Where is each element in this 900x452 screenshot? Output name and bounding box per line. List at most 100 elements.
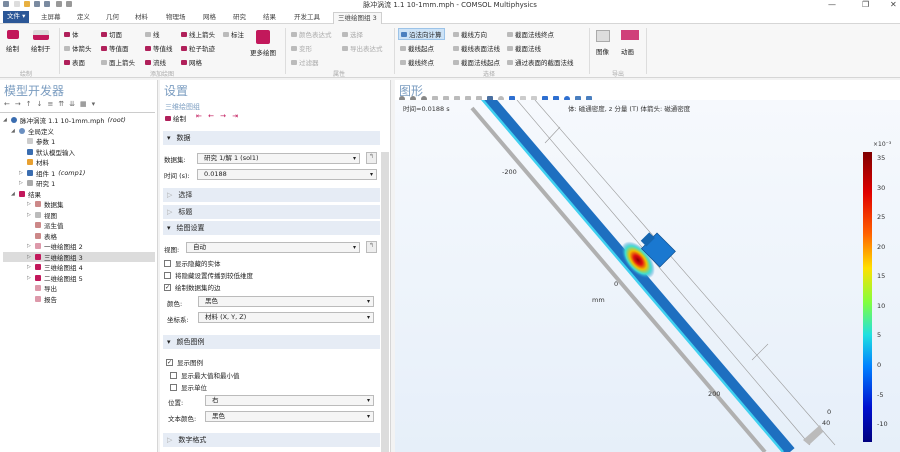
tree-item-results[interactable]: ◢ 结果	[3, 189, 155, 200]
axis-tick-label: 40	[822, 419, 831, 427]
tree-item-datasets[interactable]: ▷ 数据集	[3, 199, 155, 210]
tree-item-component[interactable]: ▷ 组件 1 (comp1)	[3, 168, 155, 179]
new-icon[interactable]	[14, 1, 20, 7]
minimize-button[interactable]: —	[828, 0, 836, 9]
cut-plane-normal-button[interactable]: 截面法线	[507, 43, 541, 53]
show-units-checkbox[interactable]: 显示单位	[170, 382, 207, 392]
image-button[interactable]: 图像	[596, 30, 610, 56]
tree-item-derived-values[interactable]: 派生值	[3, 220, 155, 231]
add-arrow-volume[interactable]: 体箭头	[64, 43, 92, 53]
tab-physics[interactable]: 物理场	[162, 12, 190, 24]
tree-item-3d-plot-group-4[interactable]: ▷ 三维绘图组 4	[3, 262, 155, 273]
cut-line-surface-normal-button[interactable]: 截线表面法线	[453, 43, 500, 53]
show-legend-checkbox[interactable]: ✓ 显示图例	[166, 357, 203, 367]
animation-button[interactable]: 动画	[621, 30, 639, 56]
tree-item-default-model-inputs[interactable]: 默认模型输入	[3, 147, 155, 158]
go-to-source-button[interactable]: ↰	[366, 152, 377, 164]
tree-item-1d-plot-group-2[interactable]: ▷ 一维绘图组 2	[3, 241, 155, 252]
add-arrow-line[interactable]: 线上箭头	[181, 29, 215, 39]
selection-button[interactable]: 选择	[342, 29, 363, 39]
draw-button[interactable]: 绘制	[6, 30, 19, 53]
cut-plane-normal-end-button[interactable]: 截面法线终点	[507, 29, 554, 39]
maximize-button[interactable]: ❐	[862, 0, 869, 9]
add-particle-tracing[interactable]: 粒子轨迹	[181, 43, 215, 53]
tab-geometry[interactable]: 几何	[102, 12, 123, 24]
export-expressions-button[interactable]: 导出表达式	[342, 43, 383, 53]
tab-materials[interactable]: 材料	[131, 12, 152, 24]
filter-button[interactable]: 过滤器	[291, 57, 319, 67]
close-button[interactable]: ✕	[890, 0, 897, 9]
colorbar-exponent: ×10⁻³	[873, 141, 892, 148]
propagate-hidden-checkbox[interactable]: 将隐藏设置传播到较低维度	[164, 270, 253, 280]
save-as-icon[interactable]	[44, 1, 50, 7]
time-select[interactable]: 0.0188	[197, 169, 377, 180]
tree-item-reports[interactable]: 报告	[3, 294, 155, 305]
add-isosurface[interactable]: 等值面	[101, 43, 129, 53]
show-maxmin-checkbox[interactable]: 显示最大值和最小值	[170, 370, 240, 380]
tree-item-3d-plot-group-3[interactable]: ▷ 三维绘图组 3	[3, 251, 155, 262]
plot-edges-checkbox[interactable]: ✓ 绘制数据集的边	[164, 282, 221, 292]
tab-home[interactable]: 主屏幕	[37, 12, 65, 24]
add-surface[interactable]: 表面	[64, 57, 85, 67]
dataset-select[interactable]: 研究 1/解 1 (sol1)	[197, 153, 360, 164]
section-title[interactable]: ▷ 标题	[163, 205, 380, 219]
tree-item-parameters[interactable]: 参数 1	[3, 136, 155, 147]
cut-plane-normal-start-button[interactable]: 截面法线起点	[453, 57, 500, 67]
model-builder-title: 模型开发器	[4, 84, 65, 98]
tree-item-study[interactable]: ▷ 研究 1	[3, 178, 155, 189]
tab-definitions[interactable]: 定义	[73, 12, 94, 24]
redo-icon[interactable]	[66, 1, 72, 7]
add-volume[interactable]: 体	[64, 29, 79, 39]
color-expression-button[interactable]: 颜色表达式	[291, 29, 332, 39]
section-data[interactable]: ▾ 数据	[163, 131, 380, 145]
section-plot-settings[interactable]: ▾ 绘图设置	[163, 221, 380, 235]
save-icon[interactable]	[34, 1, 40, 7]
cut-line-direction-button[interactable]: 截线方向	[453, 29, 487, 39]
color-select[interactable]: 黑色	[198, 296, 374, 307]
section-color-legend[interactable]: ▾ 颜色图例	[163, 335, 380, 349]
undo-icon[interactable]	[56, 1, 62, 7]
add-arrow-surface[interactable]: 面上箭头	[101, 57, 135, 67]
tab-study[interactable]: 研究	[229, 12, 250, 24]
tree-item-materials[interactable]: 材料	[3, 157, 155, 168]
settings-draw-button[interactable]: 绘制	[165, 113, 186, 123]
tab-developer[interactable]: 开发工具	[290, 12, 324, 24]
cut-line-end-button[interactable]: 截线终点	[400, 57, 434, 67]
section-number-format[interactable]: ▷ 数字格式	[163, 433, 380, 447]
section-selection[interactable]: ▷ 选择	[163, 188, 380, 202]
frame-select[interactable]: 材料 (X, Y, Z)	[198, 312, 374, 323]
cut-plane-normal-surface-button[interactable]: 通过表面的截面法线	[507, 57, 574, 67]
plot-canvas[interactable]: 时间=0.0188 s 体: 磁通密度, z 分量 (T) 体箭头: 磁通密度 …	[395, 100, 900, 452]
tree-item-global-definitions[interactable]: ◢ 全局定义	[3, 126, 155, 137]
view-go-to-source-button[interactable]: ↰	[366, 241, 377, 253]
tree-item-export[interactable]: 导出	[3, 283, 155, 294]
tab-3d-plot-group[interactable]: 三维绘图组 3	[333, 12, 382, 24]
add-slice[interactable]: 切面	[101, 29, 122, 39]
tree-root[interactable]: ◢ 脉冲涡流 1.1 10-1mm.mph (root)	[3, 115, 155, 126]
more-plots-button[interactable]: 更多绘图	[250, 30, 276, 57]
annotation-icon	[223, 31, 229, 37]
position-select[interactable]: 右	[205, 395, 374, 406]
add-streamline[interactable]: 流线	[145, 57, 166, 67]
cut-line-start-button[interactable]: 截线起点	[400, 43, 434, 53]
tab-file[interactable]: 文件 ▾	[3, 11, 30, 23]
view-select[interactable]: 自动	[186, 242, 360, 253]
navigation-arrows[interactable]: ⇤ ← → ⇥	[196, 112, 240, 120]
open-icon[interactable]	[24, 1, 30, 7]
draw-in-button[interactable]: 绘制于	[31, 30, 51, 53]
tree-item-2d-plot-group-5[interactable]: ▷ 二维绘图组 5	[3, 273, 155, 284]
compute-along-normal-button[interactable]: 沿法向计算	[398, 28, 445, 40]
tree-item-views[interactable]: ▷ 视图	[3, 210, 155, 221]
add-annotation[interactable]: 标注	[223, 29, 244, 39]
add-contour[interactable]: 等值线	[145, 43, 173, 53]
tab-results[interactable]: 结果	[259, 12, 280, 24]
tree-toolbar[interactable]: ←→↑↓≡⇈⇊▦▾	[4, 100, 100, 108]
add-mesh[interactable]: 网格	[181, 57, 202, 67]
tree-item-tables[interactable]: 表格	[3, 231, 155, 242]
show-hidden-checkbox[interactable]: 显示隐藏的实体	[164, 258, 221, 268]
settings-scrollbar[interactable]	[381, 152, 389, 452]
deformation-button[interactable]: 变形	[291, 43, 312, 53]
tab-mesh[interactable]: 网格	[199, 12, 220, 24]
text-color-select[interactable]: 黑色	[205, 411, 374, 422]
add-line[interactable]: 线	[145, 29, 160, 39]
